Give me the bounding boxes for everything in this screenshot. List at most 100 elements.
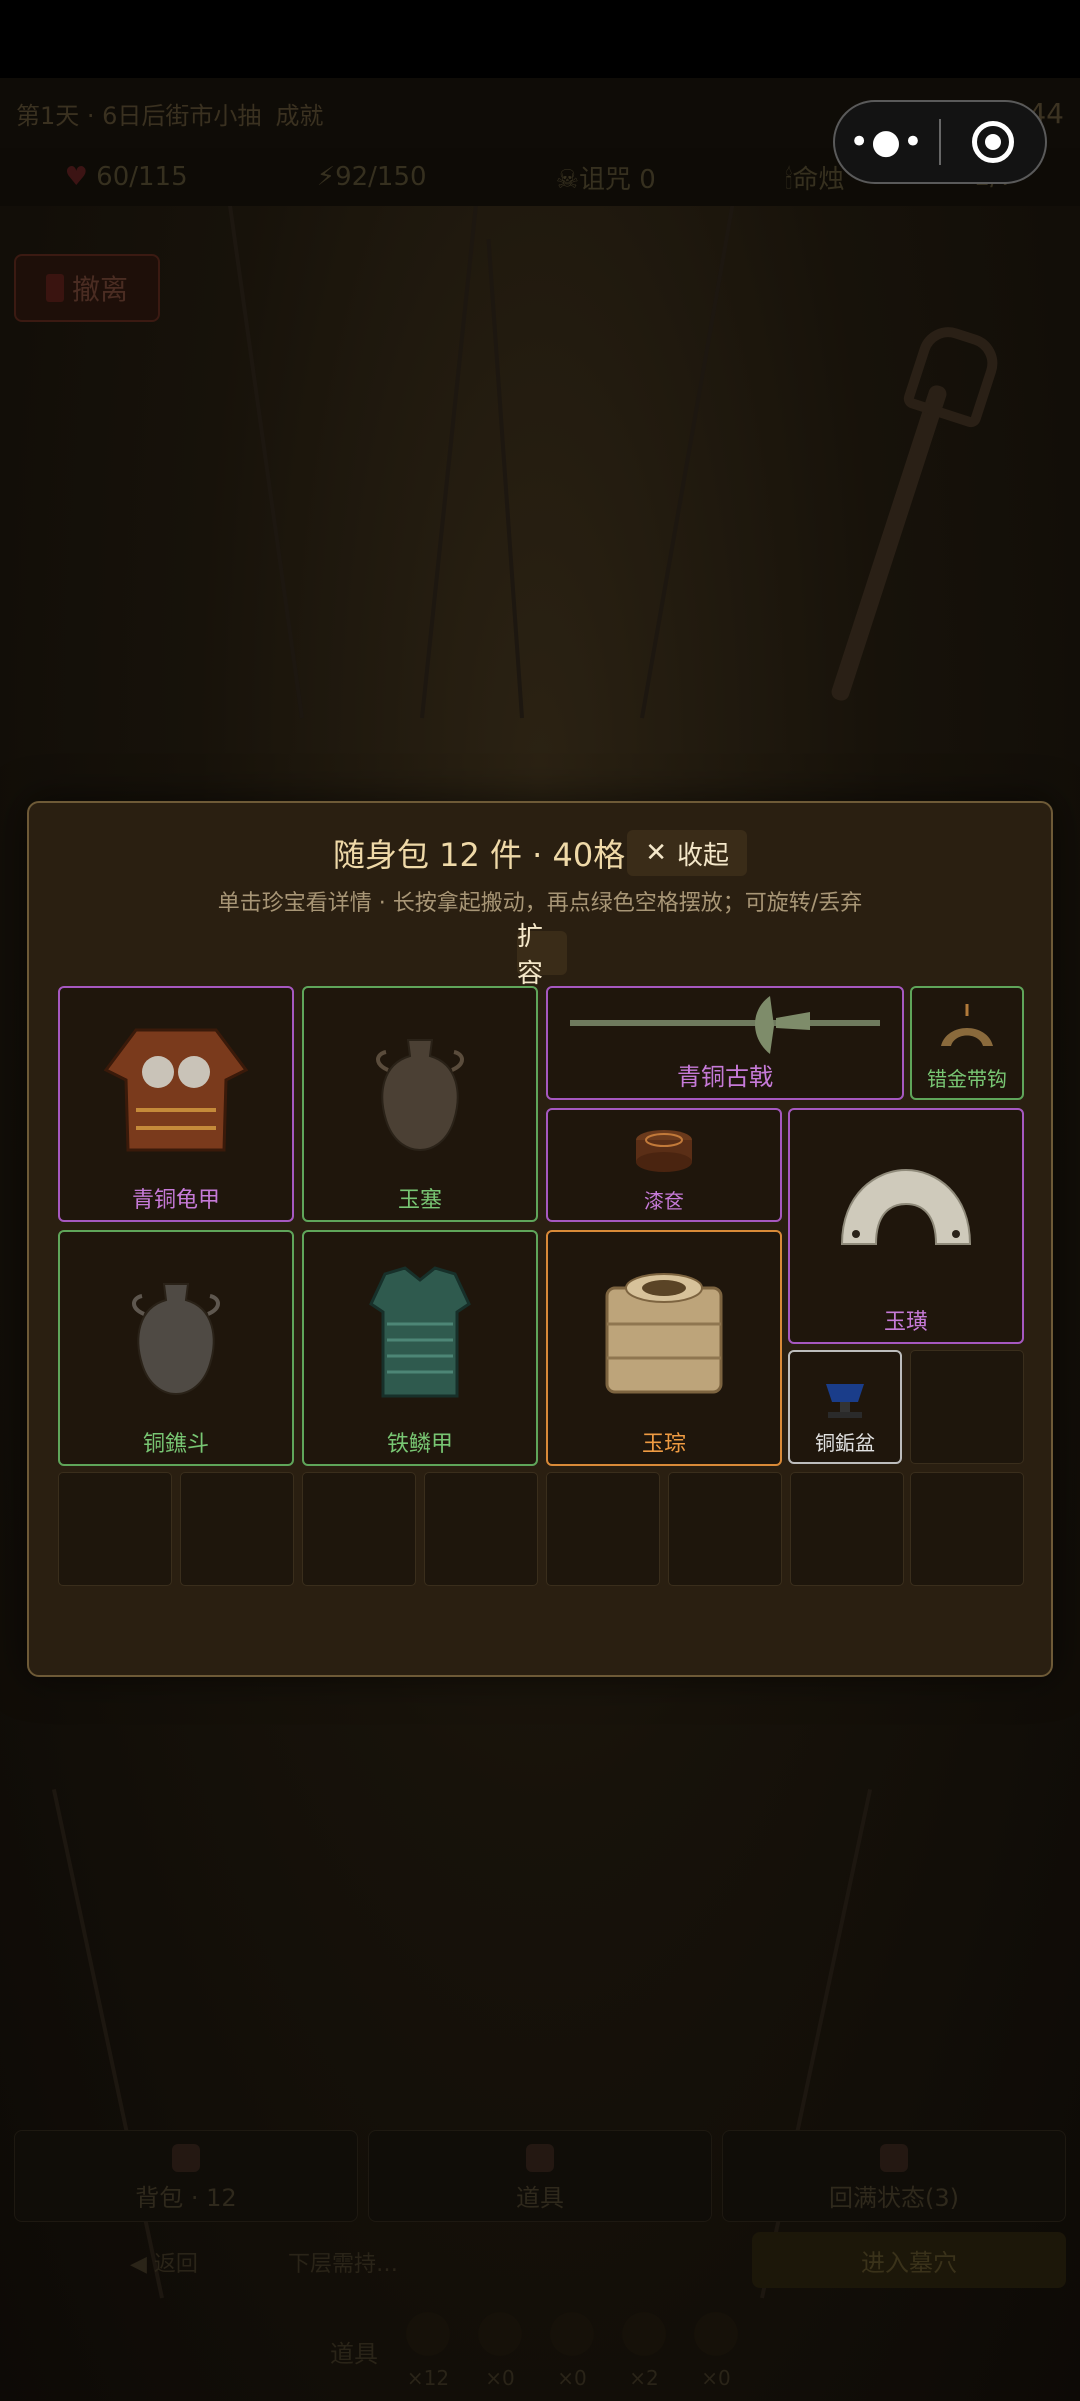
dialog-hint: 单击珍宝看详情 · 长按拿起搬动，再点绿色空格摆放；可旋转/丢弃 [217,891,863,916]
day-label: 第1天 · 6日后街市小抽 [16,101,262,130]
tools-row: 道具 ×12 ×0 ×0 ×2 ×0 [330,2306,738,2396]
skull-icon: ☠ [555,164,580,195]
inventory-item[interactable]: 玉璜 [788,1108,1024,1344]
item-name: 玉琮 [641,1432,686,1457]
target-icon [971,121,1014,163]
pill-icon [526,2144,554,2172]
empty-slot[interactable] [58,1472,172,1586]
dialog-header: 随身包 12 件 · 40格 ✕ 收起 [29,827,1051,879]
hp-stat: ♥ 60/115 [65,162,188,192]
enter-tomb-button[interactable]: 进入墓穴 [752,2232,1066,2288]
heart-icon: ♥ [64,162,88,192]
bed-icon [880,2144,908,2172]
inventory-item[interactable]: 铜鐎斗 [58,1230,294,1466]
item-name: 铜銗盆 [815,1431,875,1455]
empty-slot[interactable] [424,1472,538,1586]
expand-button[interactable]: 扩容 [517,922,567,989]
close-miniprogram-button[interactable] [941,121,1045,163]
inventory-item[interactable]: 玉塞 [302,986,538,1222]
tab-bag-label: 背包 · 12 [135,2184,237,2212]
jar-icon [376,1039,464,1152]
close-icon: ✕ [645,838,668,868]
dialog-title: 随身包 12 件 · 40格 [332,836,626,874]
status-bar [0,0,1080,78]
evacuate-label: 撤离 [71,273,128,306]
tab-restore[interactable]: 回满状态(3) [722,2130,1066,2222]
empty-slot[interactable] [790,1472,904,1586]
energy-value: 92/150 [335,162,427,192]
inventory-dialog: 随身包 12 件 · 40格 ✕ 收起 单击珍宝看详情 · 长按拿起搬动，再点绿… [27,801,1053,1677]
energy-stat: ⚡92/150 [317,162,427,192]
empty-slot[interactable] [910,1350,1024,1464]
brush-icon [622,2312,666,2356]
inventory-grid: 青铜龟甲 玉塞 青铜古戟 错金带钩 漆奁 玉璜 铜鐎斗 铁鳞甲 玉琮 铜銗盆 [58,986,1024,1590]
item-name: 玉璜 [883,1310,928,1335]
curse-stat: ☠诅咒 0 [556,159,656,196]
item-name: 青铜龟甲 [131,1188,220,1213]
scale-armor-icon [369,1266,471,1398]
tool-slot[interactable]: ×12 [406,2312,450,2390]
empty-slot[interactable] [302,1472,416,1586]
collapse-button[interactable]: ✕ 收起 [627,830,748,876]
achievement-label[interactable]: 成就 [275,96,323,131]
shovel-icon [829,383,949,703]
tool-slot[interactable]: ×2 [622,2312,666,2390]
item-name: 错金带钩 [927,1067,1007,1091]
door-icon [45,274,64,302]
inventory-item[interactable]: 铜銗盆 [788,1350,902,1464]
inventory-item[interactable]: 玉琮 [546,1230,782,1466]
basin-icon [826,1384,864,1418]
inventory-item[interactable]: 错金带钩 [910,986,1024,1100]
empty-slot[interactable] [668,1472,782,1586]
hp-value: 60/115 [96,162,188,192]
item-name: 铜鐎斗 [142,1432,209,1457]
empty-slot[interactable] [180,1472,294,1586]
tool-slot[interactable]: ×0 [478,2312,522,2390]
belt-hook-icon [941,1004,993,1046]
item-name: 漆奁 [644,1189,684,1213]
lightning-icon [550,2312,594,2356]
tool-slot[interactable]: ×0 [550,2312,594,2390]
tool-count: ×0 [701,2366,731,2390]
floor-tip: 下层需持… [287,2252,398,2277]
evacuate-button[interactable]: 撤离 [14,254,160,322]
lacquer-box-icon [636,1130,692,1172]
inventory-item[interactable]: 铁鳞甲 [302,1230,538,1466]
tool-count: ×2 [629,2366,659,2390]
bottom-tabs: 背包 · 12 道具 回满状态(3) [14,2130,1066,2222]
tab-bag[interactable]: 背包 · 12 [14,2130,358,2222]
item-name: 青铜古戟 [677,1063,773,1091]
inventory-item[interactable]: 青铜龟甲 [58,986,294,1222]
tool-count: ×0 [557,2366,587,2390]
tool-count: ×0 [485,2366,515,2390]
tab-restore-label: 回满状态(3) [829,2184,959,2212]
jade-cong-icon [605,1273,723,1394]
more-options-icon[interactable]: •●• [835,122,939,162]
miniprogram-capsule: •●• [833,100,1047,184]
back-button[interactable]: ◀ 返回 [130,2246,198,2278]
jar-icon [132,1283,220,1396]
collapse-label: 收起 [677,840,730,871]
empty-slot[interactable] [546,1472,660,1586]
tools-label: 道具 [330,2339,378,2368]
tool-slot[interactable]: ×0 [694,2312,738,2390]
curse-value: 诅咒 0 [579,164,656,195]
halberd-icon [570,996,880,1054]
tool-count: ×12 [406,2366,450,2390]
jade-arc-icon [840,1168,972,1245]
armor-icon [103,1028,249,1152]
tool-icon [694,2312,738,2356]
brush-icon [478,2312,522,2356]
item-name: 玉塞 [397,1188,442,1213]
brush-icon [406,2312,450,2356]
back-label: 返回 [153,2252,198,2277]
tab-tools-label: 道具 [516,2184,564,2212]
tab-tools[interactable]: 道具 [368,2130,712,2222]
fate-value: 命烛 [792,164,845,195]
inventory-item[interactable]: 漆奁 [546,1108,782,1222]
lightning-icon: ⚡ [316,162,336,192]
empty-slot[interactable] [910,1472,1024,1586]
item-name: 铁鳞甲 [386,1432,453,1457]
inventory-item[interactable]: 青铜古戟 [546,986,904,1100]
fate-stat: 🕯命烛 [785,159,844,196]
